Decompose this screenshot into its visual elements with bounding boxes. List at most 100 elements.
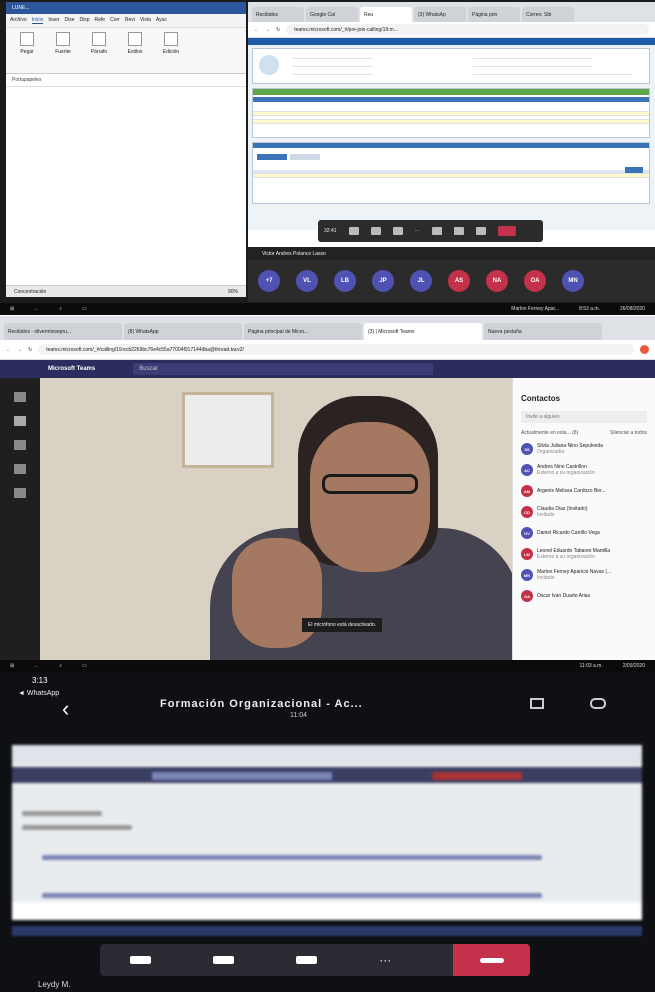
avatar[interactable]: MN	[562, 270, 584, 292]
teams-icon[interactable]	[14, 440, 26, 450]
screen-share-icon[interactable]	[530, 698, 544, 709]
contact-item[interactable]: DV Daniel Ricardo Carrillo Vega	[521, 525, 647, 541]
teams-search-input[interactable]: Buscar	[133, 363, 434, 375]
back-icon[interactable]: ←	[254, 27, 259, 33]
windows-start-icon[interactable]: ⊞	[10, 663, 14, 669]
browser-tab[interactable]: (3) | Microsoft Teams	[364, 323, 482, 340]
avatar[interactable]: JP	[372, 270, 394, 292]
back-chevron-icon[interactable]: ‹	[62, 698, 69, 720]
contact-item[interactable]: MN Marlon Ferney Aparicio Navas (... Invit…	[521, 567, 647, 583]
word-tab[interactable]: Dise	[65, 17, 75, 24]
activity-icon[interactable]	[14, 392, 26, 402]
word-tab[interactable]: Inser	[48, 17, 59, 24]
mute-all-link[interactable]: Silenciar a todos	[610, 430, 647, 436]
address-bar[interactable]: teams.microsoft.com/_#/calling/19:ecb226…	[38, 344, 634, 355]
search-icon[interactable]: ⌕	[59, 306, 62, 312]
mic-icon[interactable]	[370, 227, 381, 235]
browser-tab[interactable]: Google Cal	[306, 7, 358, 22]
teams-app-title: Microsoft Teams	[48, 366, 96, 372]
browser-tab[interactable]: Recibidos	[252, 7, 304, 22]
chat-icon[interactable]	[14, 416, 26, 426]
hang-up-button[interactable]	[497, 226, 516, 236]
windows-taskbar: ⊞ ← ⌕ ▭ 11:03 a.m. 2/09/2020	[0, 660, 655, 672]
form-tab-active[interactable]	[257, 154, 287, 160]
avatar[interactable]: NA	[486, 270, 508, 292]
word-tab[interactable]: Corr	[110, 17, 120, 24]
task-view-icon[interactable]: ▭	[82, 306, 87, 312]
avatar[interactable]: +7	[258, 270, 280, 292]
browser-tab[interactable]: (3) WhatsAp	[414, 7, 466, 22]
browser-tab[interactable]: Página prin	[468, 7, 520, 22]
back-icon[interactable]: ←	[34, 663, 39, 669]
avatar[interactable]: VL	[296, 270, 318, 292]
participants-icon[interactable]	[475, 227, 486, 235]
calendar-icon[interactable]	[14, 464, 26, 474]
word-tab[interactable]: Inicio	[31, 17, 44, 24]
windows-start-icon[interactable]: ⊞	[10, 306, 14, 312]
forward-icon[interactable]: →	[17, 347, 22, 353]
browser-tab[interactable]: Nueva pestaña	[484, 323, 602, 340]
contact-item[interactable]: AC Andres Nino Castrillon Externo a su org…	[521, 462, 647, 478]
invite-input[interactable]: Invite a alguien	[521, 411, 647, 423]
form-table-box	[252, 88, 650, 138]
word-tab[interactable]: Vista	[140, 17, 151, 24]
avatar[interactable]: OA	[524, 270, 546, 292]
back-icon[interactable]: ←	[34, 306, 39, 312]
contact-item[interactable]: AM Argenis Melissa Cardozo Ber...	[521, 483, 647, 499]
avatar[interactable]: AS	[448, 270, 470, 292]
logo-icon	[259, 55, 279, 75]
word-tab[interactable]: Refe	[95, 17, 106, 24]
ribbon-icon	[164, 32, 178, 46]
back-to-app[interactable]: ◄ WhatsApp	[18, 690, 59, 697]
browser-tab[interactable]: Reu	[360, 7, 412, 22]
more-icon[interactable]: ···	[415, 228, 420, 234]
avatar: LM	[521, 548, 533, 560]
contact-item[interactable]: CD Claudia Diaz (Invitado) Invitado	[521, 504, 647, 520]
contact-item[interactable]: SS Silvia Juliana Nino Sepulveda Organizad…	[521, 441, 647, 457]
search-icon[interactable]: ⌕	[59, 663, 62, 669]
ribbon-group[interactable]: Edición	[156, 32, 186, 69]
contact-item[interactable]: OA Oscar Ivan Duarte Arias	[521, 588, 647, 604]
browser-tab[interactable]: (8) WhatsApp	[124, 323, 242, 340]
word-tab[interactable]: Disp	[80, 17, 90, 24]
ribbon-group[interactable]: Pegar	[12, 32, 42, 69]
chat-icon[interactable]	[453, 227, 464, 235]
avatar[interactable]: LB	[334, 270, 356, 292]
section-label[interactable]: Actualmente en esta... (8)	[521, 430, 578, 436]
share-icon[interactable]	[392, 227, 403, 235]
hang-up-button[interactable]	[453, 944, 530, 976]
more-icon[interactable]: ···	[379, 953, 391, 967]
ribbon-group[interactable]: Párrafo	[84, 32, 114, 69]
camera-off-icon[interactable]	[130, 956, 152, 964]
raise-hand-icon[interactable]	[431, 227, 442, 235]
forward-icon[interactable]: →	[265, 27, 270, 33]
avatar[interactable]: JL	[410, 270, 432, 292]
ribbon-group[interactable]: Fuente	[48, 32, 78, 69]
contact-name: Oscar Ivan Duarte Arias	[537, 593, 591, 599]
camera-icon[interactable]	[348, 227, 359, 235]
browser-tab[interactable]: Recibidos - oliverminsepru...	[4, 323, 122, 340]
reload-icon[interactable]: ↻	[276, 27, 280, 33]
word-tab[interactable]: Ayuc	[156, 17, 167, 24]
mic-off-toast: El micrófono está desactivado.	[302, 618, 383, 632]
word-tab[interactable]: Revi	[125, 17, 135, 24]
reload-icon[interactable]: ↻	[28, 347, 32, 353]
ribbon-group[interactable]: Estilos	[120, 32, 150, 69]
form-save-button[interactable]	[625, 167, 643, 173]
zoom-level[interactable]: 90%	[228, 289, 238, 295]
contact-item[interactable]: LM Leonel Eduardo Tabares Mantilla Externo…	[521, 546, 647, 562]
extension-icon[interactable]	[640, 345, 649, 354]
focus-mode[interactable]: Concentración	[14, 289, 46, 295]
mic-off-icon[interactable]	[213, 956, 235, 964]
calls-icon[interactable]	[14, 488, 26, 498]
browser-tab[interactable]: Correo: Sib	[522, 7, 574, 22]
task-view-icon[interactable]: ▭	[82, 663, 87, 669]
word-tab[interactable]: Archivo	[10, 17, 27, 24]
participants-icon[interactable]	[590, 698, 606, 709]
address-bar[interactable]: teams.microsoft.com/_#/pre-join-calling/…	[286, 24, 649, 35]
form-tab[interactable]	[290, 154, 320, 160]
section-bar	[253, 89, 649, 95]
browser-tab[interactable]: Página principal de Micro...	[244, 323, 362, 340]
speaker-icon[interactable]	[296, 956, 318, 964]
back-icon[interactable]: ←	[6, 347, 11, 353]
